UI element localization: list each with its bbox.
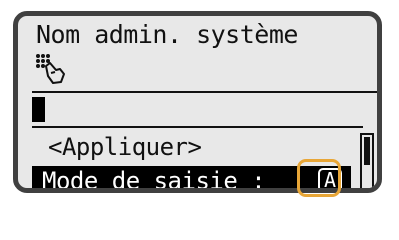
- scrollbar-thumb[interactable]: [364, 137, 370, 165]
- title-divider: [32, 91, 377, 93]
- input-underline: [32, 126, 363, 128]
- menu-scrollbar[interactable]: [360, 133, 374, 188]
- input-mode-highlight-callout: [297, 159, 341, 197]
- text-cursor: [32, 97, 45, 122]
- apply-menu-item[interactable]: <Appliquer>: [48, 133, 202, 161]
- keypad-hand-icon: [36, 54, 65, 84]
- input-mode-label: Mode de saisie :: [42, 167, 266, 193]
- screen-title: Nom admin. système: [36, 20, 298, 49]
- admin-name-input[interactable]: [32, 94, 377, 124]
